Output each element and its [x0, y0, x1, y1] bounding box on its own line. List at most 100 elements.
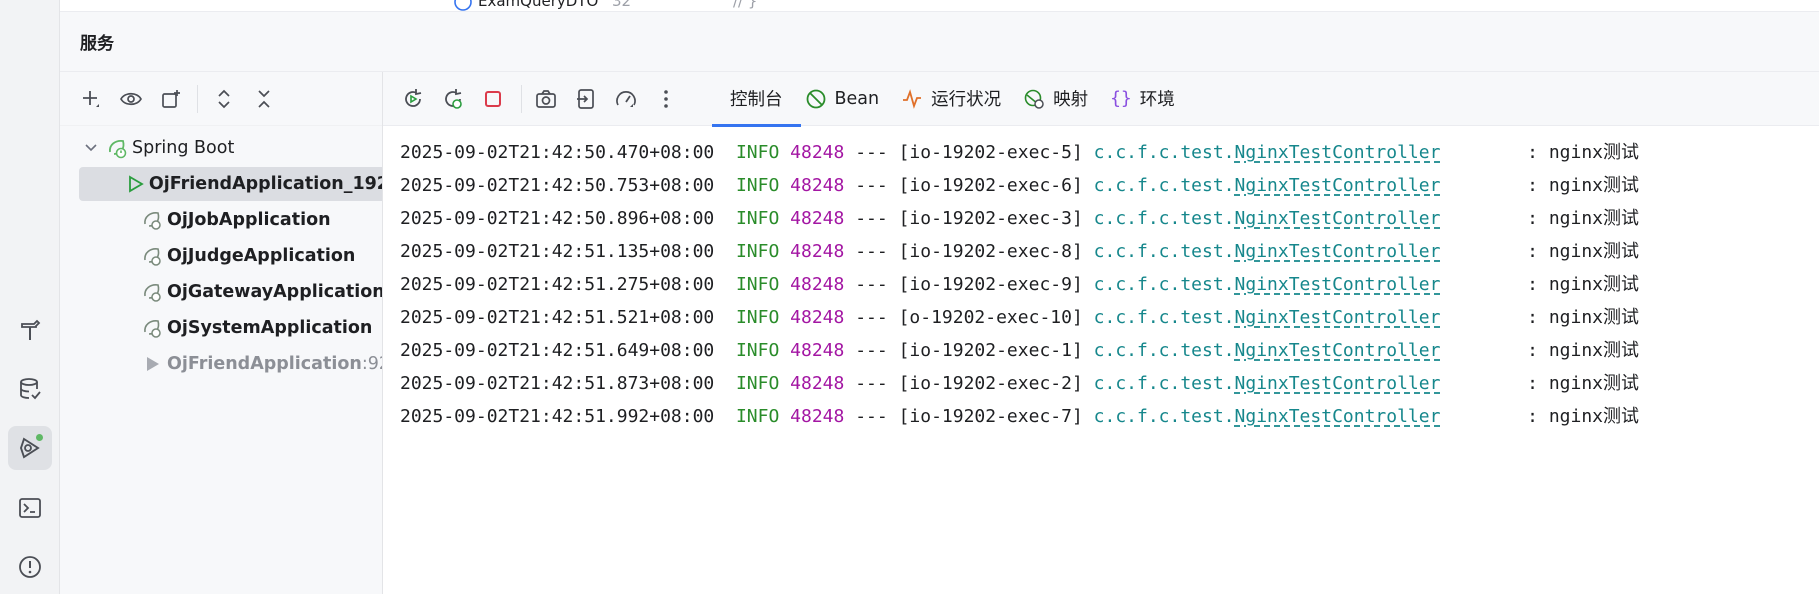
log-line: 2025-09-02T21:42:51.873+08:00 INFO 48248…	[400, 367, 1819, 400]
log-line: 2025-09-02T21:42:51.135+08:00 INFO 48248…	[400, 235, 1819, 268]
log-logger-class-link[interactable]: NginxTestController	[1235, 307, 1441, 328]
editor-peek: ExamQueryDTO 32 // }	[60, 0, 1819, 12]
log-message: : nginx测试	[1527, 175, 1639, 196]
log-line: 2025-09-02T21:42:50.753+08:00 INFO 48248…	[400, 169, 1819, 202]
log-message: : nginx测试	[1527, 406, 1639, 427]
log-timestamp: 2025-09-02T21:42:51.992+08:00	[400, 406, 715, 427]
log-logger-class-link[interactable]: NginxTestController	[1235, 142, 1441, 163]
build-hammer-icon[interactable]	[8, 308, 52, 352]
tree-item-label: OjGatewayApplication	[167, 282, 383, 302]
tree-item-ojjob[interactable]: OjJobApplication	[141, 203, 331, 237]
eye-icon[interactable]	[114, 82, 148, 116]
log-message: : nginx测试	[1527, 307, 1639, 328]
log-pid: 48248	[790, 340, 845, 361]
new-group-icon[interactable]	[154, 82, 188, 116]
log-message: : nginx测试	[1527, 274, 1639, 295]
expand-all-icon[interactable]	[207, 82, 241, 116]
log-logger-package: c.c.f.c.test.	[1093, 208, 1235, 229]
log-thread: [io-19202-exec-5]	[898, 142, 1083, 163]
tab-label: 环境	[1139, 90, 1175, 110]
services-tree-pane: Spring Boot OjFriendApplication_192 OjJo…	[60, 72, 383, 594]
log-logger-class-link[interactable]: NginxTestController	[1235, 241, 1441, 262]
database-icon[interactable]	[8, 367, 52, 411]
bean-icon	[805, 88, 827, 110]
toolbar-separator	[197, 84, 198, 113]
log-logger-package: c.c.f.c.test.	[1093, 373, 1235, 394]
log-thread: [io-19202-exec-9]	[898, 274, 1083, 295]
run-triangle-icon	[124, 173, 145, 195]
log-separator: ---	[855, 175, 888, 196]
log-logger-package: c.c.f.c.test.	[1093, 175, 1235, 196]
performance-icon[interactable]	[608, 81, 644, 117]
tree-item-label: OjJudgeApplication	[167, 246, 356, 266]
log-line: 2025-09-02T21:42:50.896+08:00 INFO 48248…	[400, 202, 1819, 235]
stop-icon[interactable]	[475, 81, 511, 117]
spring-boot-icon	[106, 137, 128, 159]
spring-boot-app-icon	[141, 317, 163, 339]
chevron-down-icon[interactable]	[80, 137, 102, 159]
export-icon[interactable]	[568, 81, 604, 117]
log-line: 2025-09-02T21:42:51.992+08:00 INFO 48248…	[400, 400, 1819, 433]
tree-item-ojfriend-running[interactable]: OjFriendApplication_192	[79, 167, 383, 201]
log-pid: 48248	[790, 373, 845, 394]
add-service-icon[interactable]	[74, 82, 108, 116]
tree-item-label: OjFriendApplication_192	[148, 174, 383, 194]
log-separator: ---	[855, 406, 888, 427]
log-separator: ---	[855, 373, 888, 394]
log-thread: [io-19202-exec-6]	[898, 175, 1083, 196]
tree-item-ojjudge[interactable]: OjJudgeApplication	[141, 239, 355, 273]
log-pid: 48248	[790, 208, 845, 229]
toolbar-separator	[521, 84, 522, 113]
terminal-icon[interactable]	[8, 486, 52, 530]
log-timestamp: 2025-09-02T21:42:51.873+08:00	[400, 373, 715, 394]
log-logger-package: c.c.f.c.test.	[1093, 307, 1235, 328]
log-logger-package: c.c.f.c.test.	[1093, 142, 1235, 163]
problems-icon[interactable]	[8, 545, 52, 589]
rerun-debug-icon[interactable]	[435, 81, 471, 117]
more-vertical-icon[interactable]	[648, 81, 684, 117]
tree-item-label: OjJobApplication	[167, 210, 331, 230]
collapse-all-icon[interactable]	[247, 82, 281, 116]
console-toolbar: 控制台 Bean 运行状况 映射 {} 环境	[383, 72, 1819, 127]
mapping-icon	[1023, 88, 1045, 110]
log-logger-class-link[interactable]: NginxTestController	[1235, 406, 1441, 427]
tool-window-stripe	[0, 0, 60, 594]
tree-item-ojsystem[interactable]: OjSystemApplication	[141, 311, 372, 345]
tab-bean[interactable]: Bean	[801, 72, 898, 126]
tab-console[interactable]: 控制台	[712, 72, 801, 127]
tree-item-ojgateway[interactable]: OjGatewayApplication	[141, 275, 383, 309]
log-logger-class-link[interactable]: NginxTestController	[1235, 274, 1441, 295]
log-level: INFO	[735, 175, 780, 196]
tab-health[interactable]: 运行状况	[897, 72, 1019, 126]
log-logger-class-link[interactable]: NginxTestController	[1235, 340, 1441, 361]
tab-mappings[interactable]: 映射	[1019, 72, 1106, 126]
log-thread: [o-19202-exec-10]	[898, 307, 1083, 328]
peek-line-number: 32	[612, 0, 632, 10]
tool-window-header: 服务	[60, 12, 1819, 72]
log-message: : nginx测试	[1527, 241, 1639, 262]
log-logger-class-link[interactable]: NginxTestController	[1235, 373, 1441, 394]
log-level: INFO	[735, 142, 780, 163]
log-timestamp: 2025-09-02T21:42:50.753+08:00	[400, 175, 715, 196]
log-timestamp: 2025-09-02T21:42:51.649+08:00	[400, 340, 715, 361]
tab-environment[interactable]: {} 环境	[1106, 72, 1193, 126]
log-separator: ---	[855, 208, 888, 229]
log-timestamp: 2025-09-02T21:42:51.135+08:00	[400, 241, 715, 262]
console-output[interactable]: 2025-09-02T21:42:50.470+08:00 INFO 48248…	[383, 126, 1819, 433]
services-icon[interactable]	[8, 426, 52, 470]
log-logger-class-link[interactable]: NginxTestController	[1235, 175, 1441, 196]
log-level: INFO	[735, 208, 780, 229]
tree-item-ojfriend-stopped[interactable]: OjFriendApplication :920	[141, 347, 382, 381]
log-line: 2025-09-02T21:42:51.521+08:00 INFO 48248…	[400, 301, 1819, 334]
log-level: INFO	[735, 406, 780, 427]
peek-class-name[interactable]: ExamQueryDTO	[478, 0, 598, 10]
rerun-icon[interactable]	[395, 81, 431, 117]
screenshot-icon[interactable]	[528, 81, 564, 117]
log-message: : nginx测试	[1527, 142, 1639, 163]
log-logger-class-link[interactable]: NginxTestController	[1235, 208, 1441, 229]
tree-root-spring-boot[interactable]: Spring Boot	[80, 131, 234, 165]
tree-toolbar	[60, 72, 382, 126]
log-level: INFO	[735, 307, 780, 328]
log-separator: ---	[855, 241, 888, 262]
log-thread: [io-19202-exec-3]	[898, 208, 1083, 229]
